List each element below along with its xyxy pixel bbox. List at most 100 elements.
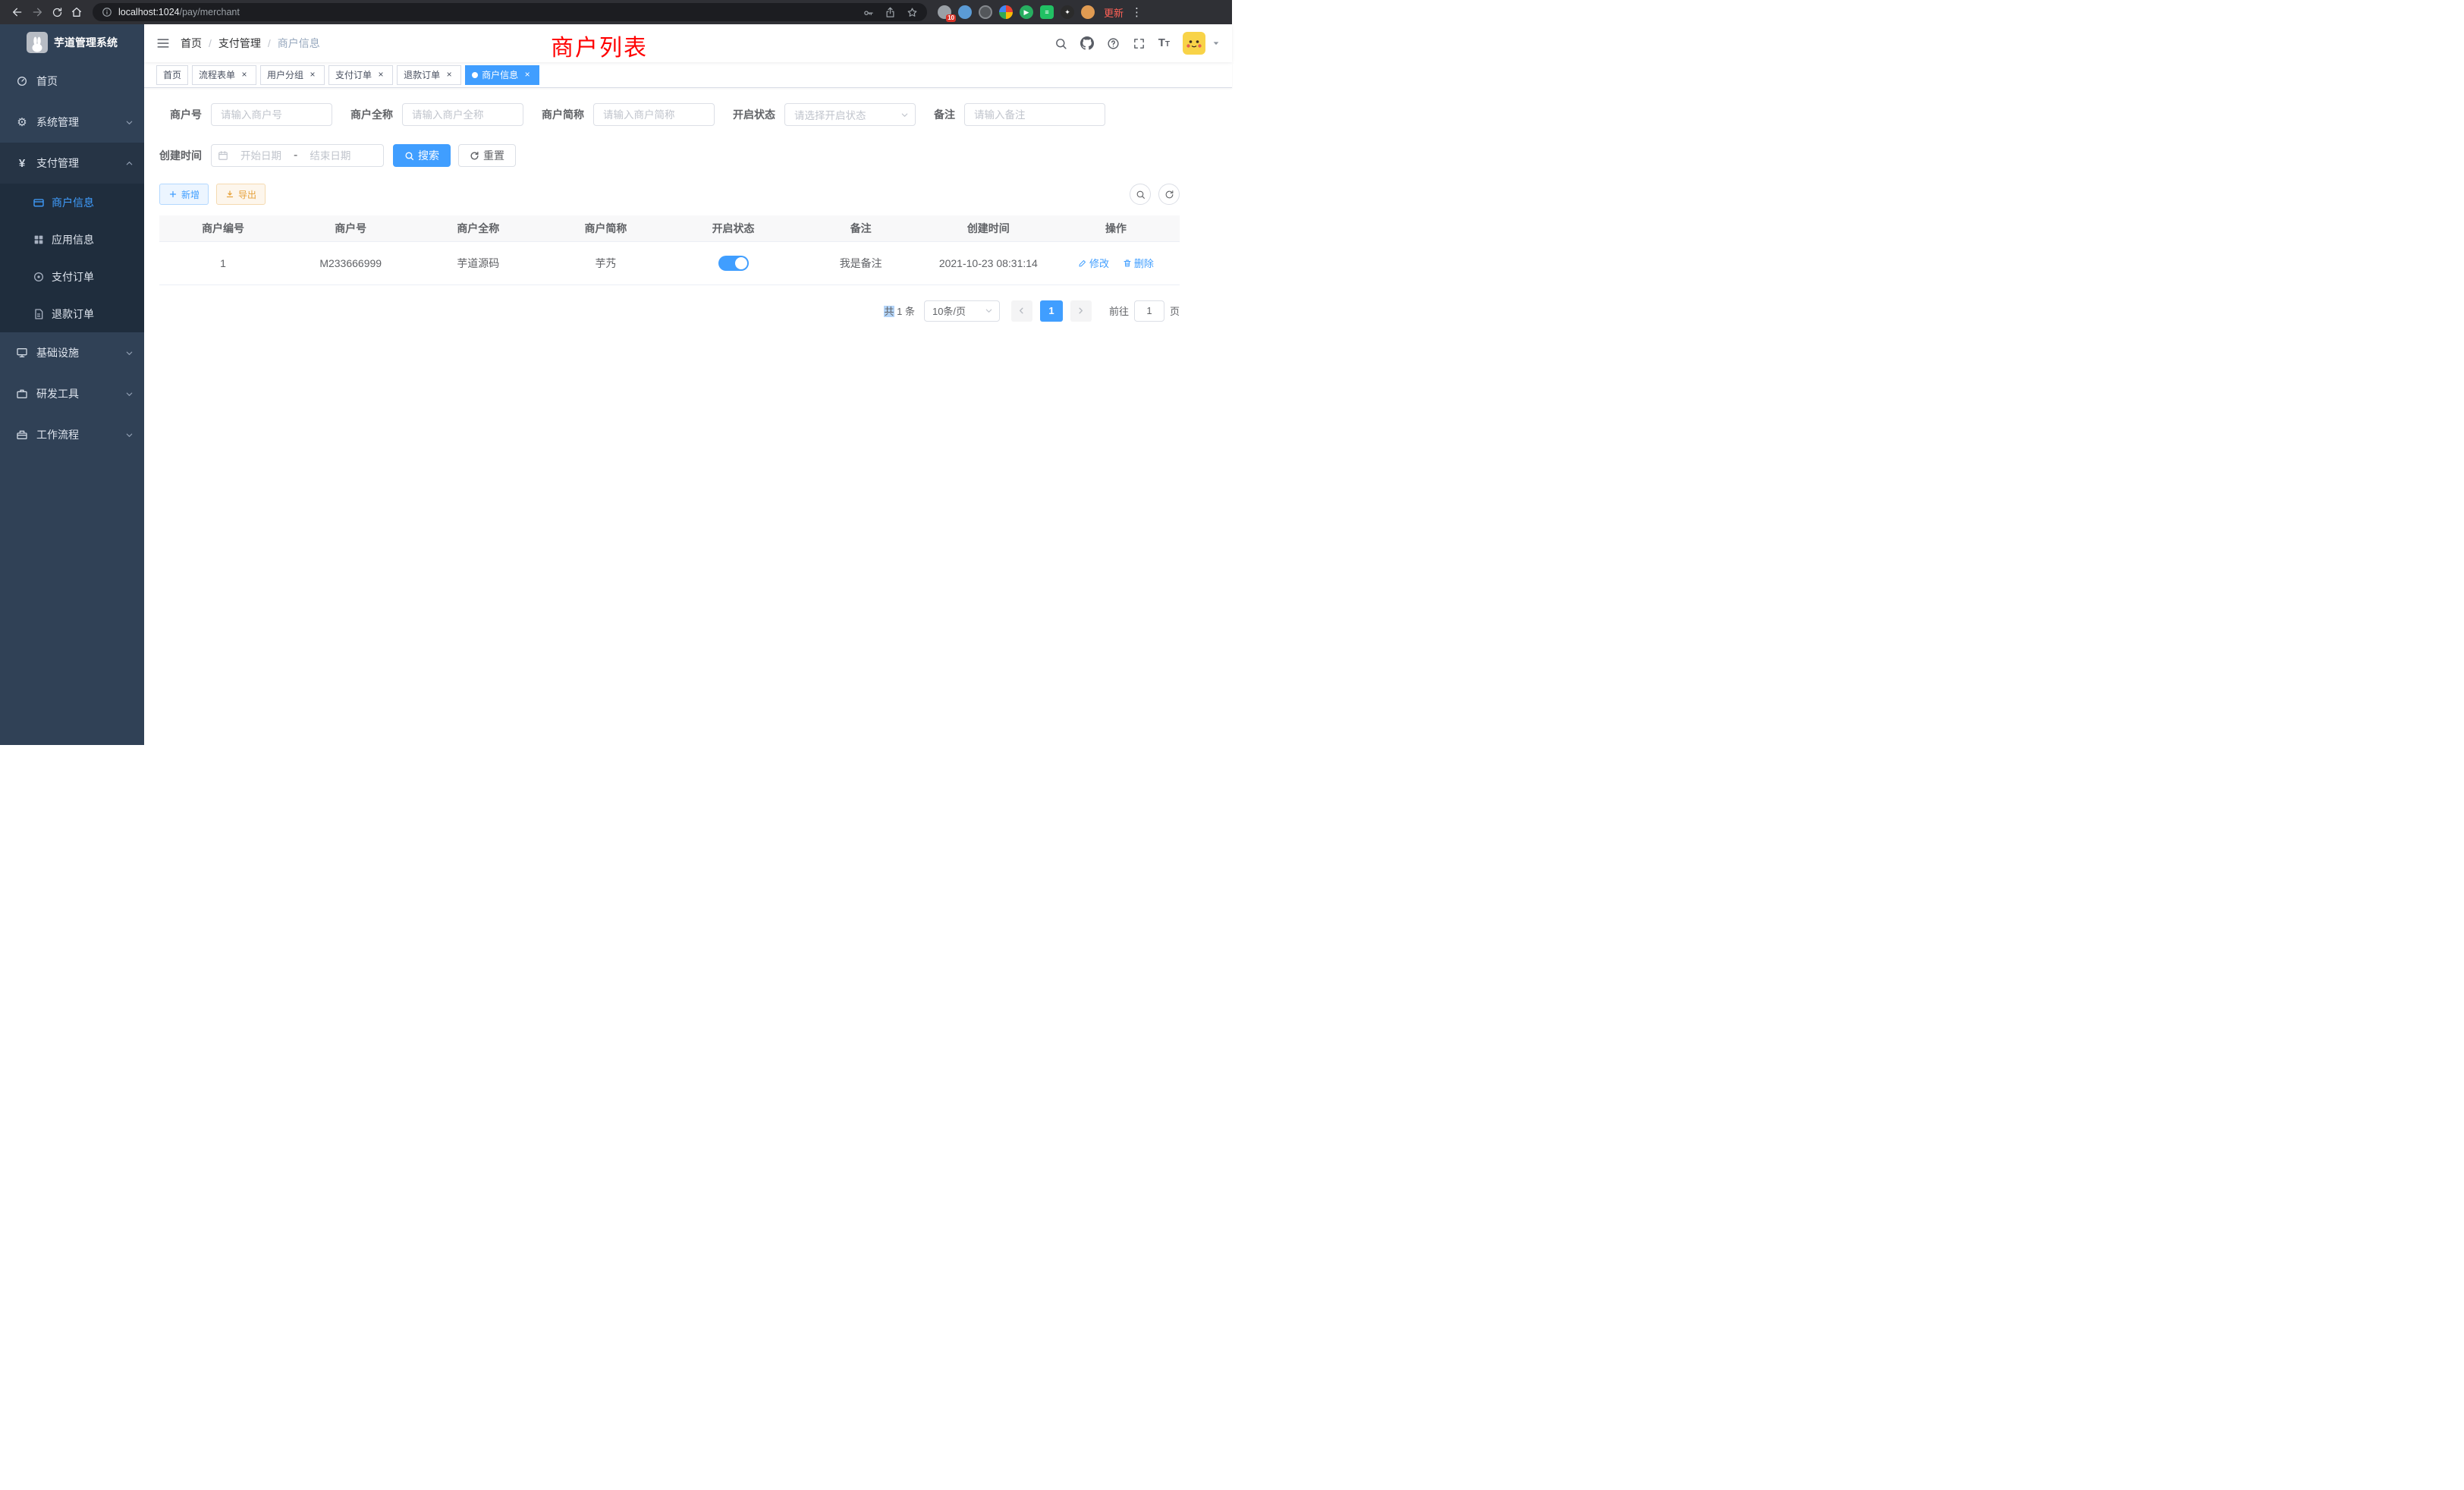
export-button-label: 导出 [238,188,256,201]
breadcrumb-home[interactable]: 首页 [181,36,202,51]
breadcrumb-separator: / [209,37,212,49]
delete-link-label: 删除 [1134,256,1154,270]
browser-forward-button[interactable] [27,2,47,22]
page-size-select[interactable]: 10条/页 [924,300,1000,322]
short-name-label: 商户简称 [542,107,593,122]
reset-button[interactable]: 重置 [458,144,516,167]
close-icon[interactable]: × [307,70,318,80]
sidebar-item-infrastructure[interactable]: 基础设施 [0,332,144,373]
extension-icon[interactable]: ✦ [1061,5,1074,19]
hamburger-icon[interactable] [156,36,170,50]
remark-input[interactable] [964,103,1105,126]
extension-icon[interactable]: ≡ [1040,5,1054,19]
export-button[interactable]: 导出 [216,184,266,205]
edit-link[interactable]: 修改 [1078,256,1109,270]
refresh-icon [470,151,479,161]
font-size-icon[interactable]: TT [1158,38,1170,49]
extension-icon[interactable] [1081,5,1095,19]
column-header: 操作 [1052,215,1180,241]
breadcrumb-separator: / [268,37,271,49]
sidebar-logo[interactable]: 芋道管理系统 [0,24,144,61]
sidebar-item-pay-order[interactable]: 支付订单 [0,258,144,295]
extension-icon[interactable] [999,5,1013,19]
extension-icon[interactable]: ▶ [1020,5,1033,19]
filter-status: 开启状态 请选择开启状态 [733,103,916,126]
fullscreen-icon[interactable] [1133,37,1146,50]
site-info-icon[interactable] [102,7,112,17]
avatar-image [1183,32,1205,55]
prev-page-button[interactable] [1011,300,1032,322]
github-icon[interactable] [1080,36,1094,50]
chevron-down-icon [125,390,134,398]
share-icon[interactable] [885,7,896,18]
status-select[interactable]: 请选择开启状态 [784,103,916,126]
extension-icon[interactable] [979,5,992,19]
merchant-no-input[interactable] [211,103,332,126]
gear-icon: ⚙ [15,115,29,129]
search-icon[interactable] [1054,37,1067,50]
page-size-value: 10条/页 [932,303,985,318]
breadcrumb-payment[interactable]: 支付管理 [218,36,261,51]
extension-icon[interactable] [958,5,972,19]
chevron-right-icon [1076,306,1085,315]
url-text: localhost:1024/pay/merchant [118,7,856,17]
trash-icon [1123,259,1132,268]
extensions-puzzle-icon[interactable]: 10 [938,5,951,19]
status-toggle[interactable] [718,256,749,271]
browser-update-button[interactable]: 更新 [1104,5,1124,20]
close-icon[interactable]: × [522,70,533,80]
help-icon[interactable] [1107,37,1120,50]
caret-down-icon[interactable] [1212,39,1220,47]
sidebar-item-system[interactable]: ⚙ 系统管理 [0,102,144,143]
close-icon[interactable]: × [444,70,454,80]
browser-menu-icon[interactable]: ⋮ [1131,5,1142,19]
sidebar-item-home[interactable]: 首页 [0,61,144,102]
sidebar-item-merchant-info[interactable]: 商户信息 [0,184,144,221]
tab-home[interactable]: 首页 [156,65,188,85]
sidebar-item-refund-order[interactable]: 退款订单 [0,295,144,332]
browser-home-button[interactable] [67,2,86,22]
add-button[interactable]: 新增 [159,184,209,205]
sidebar-item-workflow[interactable]: 工作流程 [0,414,144,455]
close-icon[interactable]: × [239,70,250,80]
sidebar-item-label: 支付管理 [36,156,79,171]
cell-create-time: 2021-10-23 08:31:14 [925,241,1052,284]
table-row: 1 M233666999 芋道源码 芋艿 我是备注 2021-10-23 08:… [159,241,1180,284]
short-name-input[interactable] [593,103,715,126]
sidebar-item-app-info[interactable]: 应用信息 [0,221,144,258]
browser-back-button[interactable] [8,2,27,22]
plus-icon [168,190,178,199]
pagination-total-rest: 1 条 [894,306,915,317]
sidebar-item-dev-tools[interactable]: 研发工具 [0,373,144,414]
arrow-left-icon [11,6,24,18]
chevron-down-icon [125,431,134,439]
user-avatar[interactable] [1183,32,1205,55]
tab-user-group[interactable]: 用户分组× [260,65,325,85]
browser-reload-button[interactable] [47,2,67,22]
close-icon[interactable]: × [376,70,386,80]
tab-refund-order[interactable]: 退款订单× [397,65,461,85]
tab-pay-order[interactable]: 支付订单× [328,65,393,85]
bookmark-star-icon[interactable] [907,7,918,18]
next-page-button[interactable] [1070,300,1092,322]
end-date-input[interactable] [300,150,360,162]
table-header: 商户编号 商户号 商户全称 商户简称 开启状态 备注 创建时间 操作 [159,215,1180,241]
url-bar[interactable]: localhost:1024/pay/merchant [93,3,927,21]
create-time-range-picker[interactable]: - [211,144,384,167]
cell-actions: 修改 删除 [1052,241,1180,284]
add-button-label: 新增 [181,188,200,201]
refresh-table-button[interactable] [1158,184,1180,205]
main-area: 商户列表 首页 / 支付管理 / 商户信息 TT 首页 流程表单× 用户分组× … [144,24,1232,745]
sidebar-item-payment[interactable]: ¥ 支付管理 [0,143,144,184]
delete-link[interactable]: 删除 [1123,256,1154,270]
password-key-icon[interactable] [863,7,874,18]
page-1-button[interactable]: 1 [1040,300,1063,322]
tab-merchant-info[interactable]: 商户信息× [465,65,539,85]
toggle-search-button[interactable] [1130,184,1151,205]
tab-process-form[interactable]: 流程表单× [192,65,256,85]
reset-button-label: 重置 [483,148,504,163]
search-button[interactable]: 搜索 [393,144,451,167]
full-name-input[interactable] [402,103,523,126]
goto-page-input[interactable] [1134,300,1164,322]
start-date-input[interactable] [231,150,291,162]
